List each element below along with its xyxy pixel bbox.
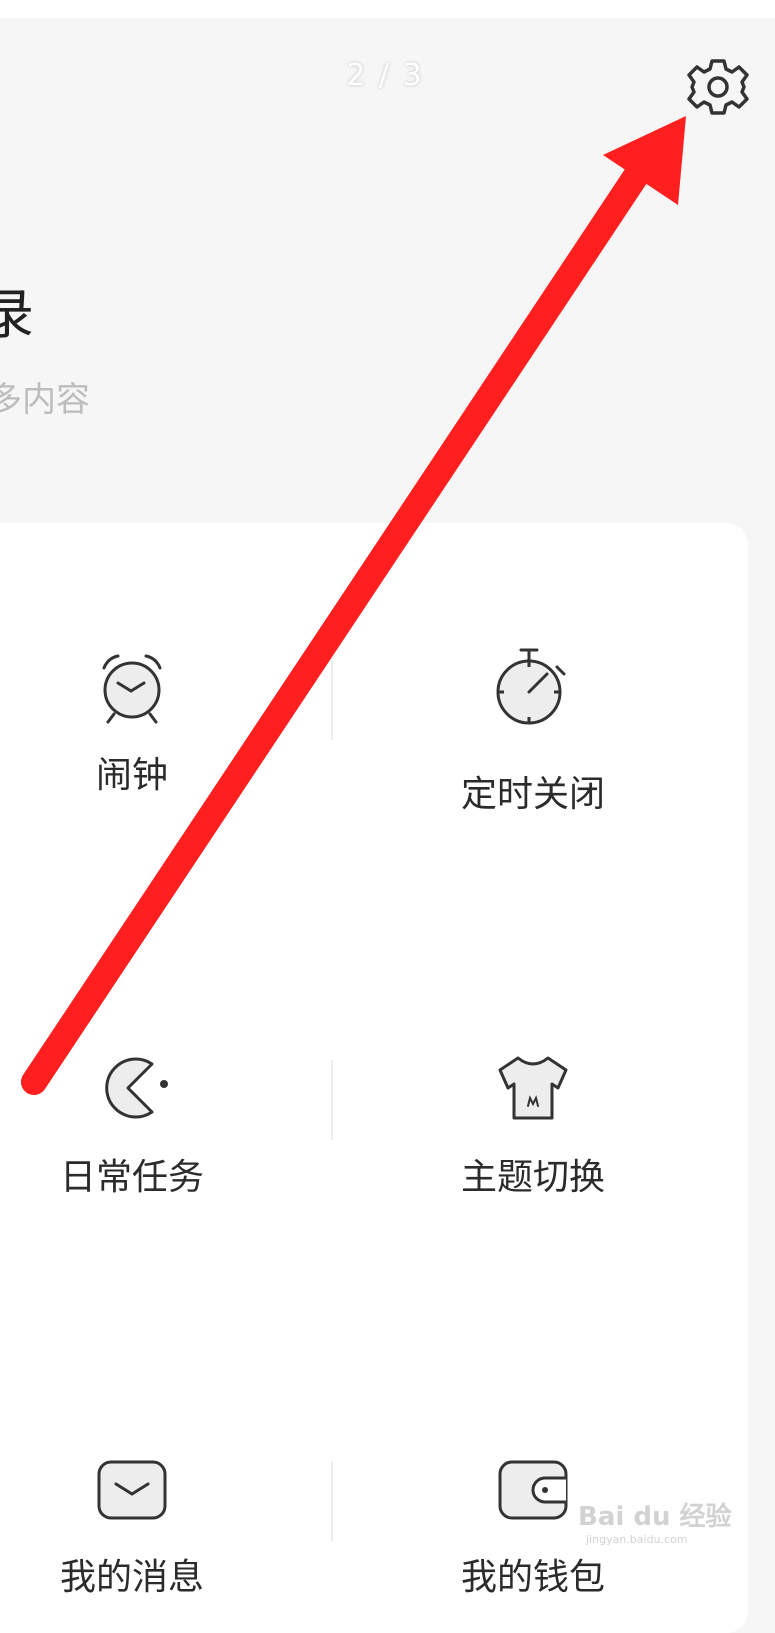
envelope-icon [97,1460,167,1520]
tile-daily-tasks[interactable]: 日常任务 [32,1052,232,1200]
stopwatch-icon [496,648,566,725]
page-subtitle: 多内容 [0,380,90,420]
wallet-icon [498,1460,568,1520]
tile-label: 我的消息 [59,1557,204,1598]
page-indicator: 2 / 3 [346,58,424,93]
tile-label: 闹钟 [95,755,168,796]
tile-label: 主题切换 [460,1157,605,1198]
alarm-clock-icon [102,654,162,724]
tile-timer-off[interactable]: 定时关闭 [433,645,633,817]
page-title: 录 [0,283,34,346]
settings-button[interactable] [686,55,750,119]
watermark-domain: jingyan.baidu.com [586,1533,688,1546]
column-divider [331,660,333,740]
baidu-watermark: Bai du 经验 jingyan.baidu.com [578,1502,732,1546]
tile-alarm[interactable]: 闹钟 [32,650,232,798]
status-strip [0,0,775,18]
tshirt-icon [498,1056,568,1120]
tile-label: 我的钱包 [460,1557,605,1598]
column-divider [331,1060,333,1140]
tile-my-messages[interactable]: 我的消息 [32,1458,232,1600]
pacman-icon [105,1057,168,1119]
gear-icon [687,59,749,115]
tile-label: 定时关闭 [460,774,605,815]
tile-label: 日常任务 [59,1157,204,1198]
tile-theme-switch[interactable]: 主题切换 [433,1052,633,1200]
column-divider [331,1462,333,1542]
